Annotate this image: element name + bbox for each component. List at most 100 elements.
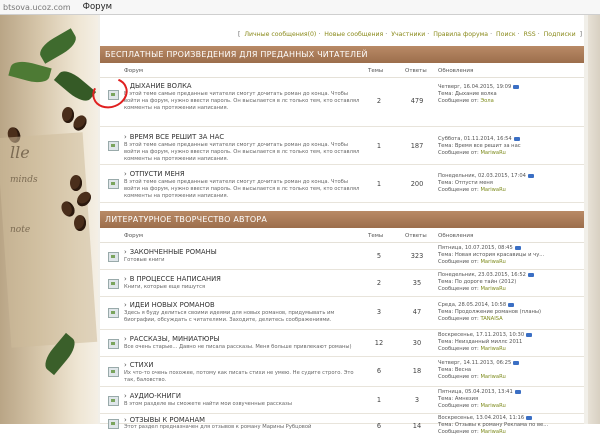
goto-last-icon[interactable] (527, 173, 534, 178)
col-topics: Темы (368, 68, 384, 74)
forum-row[interactable]: › ЗАКОНЧЕННЫЕ РОМАНЫ Готовые книги 5 323 … (100, 243, 584, 270)
forum-row[interactable]: › В ПРОЦЕССЕ НАПИСАНИЯ Книги, которые еще… (100, 270, 584, 297)
reply-count: 18 (412, 367, 422, 375)
reply-count: 323 (410, 252, 424, 260)
col-replies: Ответы (405, 233, 427, 239)
reply-count: 47 (412, 308, 422, 316)
forum-title[interactable]: ОТПУСТИ МЕНЯ (130, 170, 185, 178)
topic-count: 2 (376, 97, 382, 105)
forum-image-icon (108, 367, 119, 377)
forum-title[interactable]: ВРЕМЯ ВСЕ РЕШИТ ЗА НАС (130, 133, 224, 141)
forum-row[interactable]: › АУДИО-КНИГИ В этом разделе вы сможете н… (100, 387, 584, 414)
category-header[interactable]: БЕСПЛАТНЫЕ ПРОИЗВЕДЕНИЯ ДЛЯ ПРЕДАННЫХ ЧИ… (100, 46, 584, 63)
reply-count: 479 (410, 97, 424, 105)
goto-last-icon[interactable] (508, 302, 515, 307)
arrow-right-icon: › (124, 392, 127, 400)
forum-description: В этой теме самые преданные читатели смо… (124, 91, 360, 111)
forum-image-icon (108, 179, 119, 189)
reply-count: 35 (412, 279, 422, 287)
forum-description: Книги, которые еще пишутся (124, 284, 206, 290)
topic-count: 2 (376, 279, 382, 287)
arrow-right-icon: › (124, 301, 127, 309)
nav-rules[interactable]: Правила форума (433, 31, 488, 38)
arrow-right-icon: › (124, 335, 127, 343)
last-update: Среда, 28.05.2014, 10:58 Тема: Продолжен… (438, 302, 542, 322)
forum-row[interactable]: › РАССКАЗЫ, МИНИАТЮРЫ Все очень старые...… (100, 330, 584, 357)
goto-last-icon[interactable] (527, 272, 534, 277)
nav-subscriptions[interactable]: Подписки (544, 31, 576, 38)
forum-description: Этот раздел предназначен для отзывов к р… (124, 424, 312, 430)
forum-image-icon (108, 141, 119, 151)
forum-title[interactable]: В ПРОЦЕССЕ НАПИСАНИЯ (130, 275, 221, 283)
right-decoration (588, 15, 600, 424)
forum-title[interactable]: ЗАКОНЧЕННЫЕ РОМАНЫ (130, 248, 217, 256)
url-text[interactable]: btsova.ucoz.com (3, 3, 71, 12)
forum-row[interactable]: › ВРЕМЯ ВСЕ РЕШИТ ЗА НАС В этой теме самы… (100, 127, 584, 165)
forum-description: Готовые книги (124, 257, 165, 263)
forum-image-icon (108, 419, 119, 429)
col-updates: Обновления (438, 233, 474, 239)
reply-count: 3 (414, 396, 420, 404)
forum-row[interactable]: › ИДЕИ НОВЫХ РОМАНОВ Здесь я буду делитьс… (100, 297, 584, 330)
forum-image-icon (108, 339, 119, 349)
forum-description: Все очень старые... Давно не писала расс… (124, 344, 352, 350)
forum-image-icon (108, 396, 119, 406)
goto-last-icon[interactable] (513, 360, 520, 365)
last-update: Суббота, 01.11.2014, 16:54 Тема: Время в… (438, 136, 521, 156)
reply-count: 200 (410, 180, 424, 188)
topic-count: 5 (376, 252, 382, 260)
goto-last-icon[interactable] (514, 245, 521, 250)
left-decoration: lle minds note (0, 15, 98, 424)
nav-new-messages[interactable]: Новые сообщения (324, 31, 383, 38)
goto-last-icon[interactable] (526, 332, 533, 337)
reply-count: 14 (412, 422, 422, 430)
forum-title[interactable]: АУДИО-КНИГИ (130, 392, 181, 400)
arrow-right-icon: › (124, 133, 127, 141)
last-update: Пятница, 05.04.2013, 13:41 Тема: Амнезия… (438, 389, 521, 410)
last-update: Четверг, 14.11.2013, 06:25 Тема: Весна С… (438, 360, 520, 381)
topic-count: 3 (376, 308, 382, 316)
forum-row[interactable]: › СТИХИ Их что-то очень похожее, потому к… (100, 357, 584, 387)
nav-search[interactable]: Поиск (496, 31, 516, 38)
forum-description: Их что-то очень похожее, потому как писа… (124, 370, 354, 383)
goto-last-icon[interactable] (513, 136, 520, 141)
col-forum: Форум (124, 233, 143, 239)
nav-members[interactable]: Участники (391, 31, 425, 38)
nav-rss[interactable]: RSS (524, 31, 536, 38)
col-forum: Форум (124, 68, 143, 74)
topic-count: 1 (376, 396, 382, 404)
forum-content: [ Личные сообщения(0) · Новые сообщения · … (100, 15, 584, 435)
last-update: Воскресенье, 17.11.2013, 10:30 Тема: Неи… (438, 332, 533, 353)
column-headers: Форум Темы Ответы Обновления (100, 231, 584, 243)
reply-count: 187 (410, 142, 424, 150)
last-update: Воскресенье, 13.04.2014, 11:16 Тема: Отз… (438, 415, 549, 435)
last-update: Четверг, 16.04.2015, 19:09 Тема: Дыхание… (438, 84, 520, 105)
last-update: Понедельник, 02.03.2015, 17:04 Тема: Отп… (438, 173, 534, 194)
browser-bar: btsova.ucoz.com Форум (0, 0, 600, 15)
goto-last-icon[interactable] (526, 415, 533, 420)
tab-forum[interactable]: Форум (83, 2, 112, 12)
forum-title[interactable]: ДЫХАНИЕ ВОЛКА (130, 82, 192, 90)
goto-last-icon[interactable] (514, 389, 521, 394)
arrow-right-icon: › (124, 361, 127, 369)
category-header[interactable]: ЛИТЕРАТУРНОЕ ТВОРЧЕСТВО АВТОРА (100, 211, 584, 228)
goto-last-icon[interactable] (513, 84, 520, 89)
arrow-right-icon: › (124, 275, 127, 283)
nav-private-messages[interactable]: Личные сообщения(0) (244, 31, 316, 38)
forum-row[interactable]: › ДЫХАНИЕ ВОЛКА В этой теме самые преданн… (100, 78, 584, 127)
arrow-right-icon: › (124, 416, 127, 424)
forum-image-icon (108, 308, 119, 318)
forum-description: Здесь я буду делиться своими идеями для … (124, 310, 335, 323)
forum-title[interactable]: ИДЕИ НОВЫХ РОМАНОВ (130, 301, 215, 309)
forum-title[interactable]: РАССКАЗЫ, МИНИАТЮРЫ (130, 335, 220, 343)
reply-count: 30 (412, 339, 422, 347)
forum-image-icon (108, 252, 119, 262)
forum-row[interactable]: › ОТПУСТИ МЕНЯ В этой теме самые преданны… (100, 165, 584, 203)
forum-description: В этой теме самые преданные читатели смо… (124, 179, 360, 199)
column-headers: Форум Темы Ответы Обновления (100, 66, 584, 78)
forum-row[interactable]: › ОТЗЫВЫ К РОМАНАМ Этот раздел предназнач… (100, 414, 584, 435)
forum-title[interactable]: СТИХИ (130, 361, 154, 369)
col-topics: Темы (368, 233, 384, 239)
topic-count: 6 (376, 422, 382, 430)
forum-title[interactable]: ОТЗЫВЫ К РОМАНАМ (130, 416, 205, 424)
